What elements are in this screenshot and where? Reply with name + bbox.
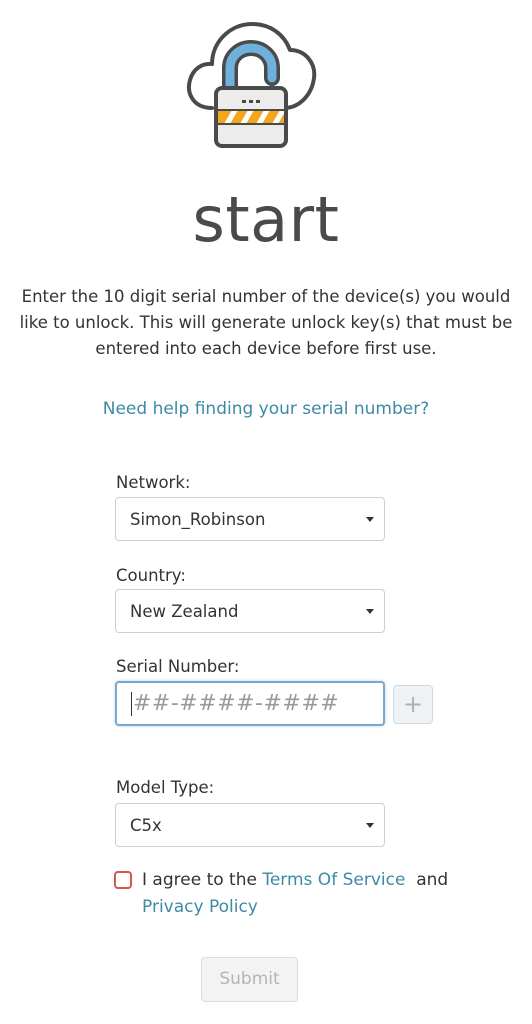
intro-text: Enter the 10 digit serial number of the … [19,287,513,358]
network-select[interactable]: Simon_Robinson [115,497,385,541]
cloud-unlock-icon [187,22,317,148]
serial-help-link[interactable]: Need help finding your serial number? [0,397,532,421]
chevron-down-icon [366,609,374,614]
submit-button[interactable]: Submit [201,957,298,1002]
terms-of-service-link[interactable]: Terms Of Service [262,870,405,890]
chevron-down-icon [366,517,374,522]
country-select[interactable]: New Zealand [115,589,385,633]
model-type-select[interactable]: C5x [115,803,385,847]
agree-and: and [416,870,449,890]
model-type-label: Model Type: [116,778,215,797]
model-type-value: C5x [130,816,162,835]
agree-checkbox[interactable] [114,871,132,889]
serial-number-label: Serial Number: [116,657,240,676]
serial-number-placeholder: ##-####-#### [133,691,340,716]
page-title: start [192,183,340,256]
country-label: Country: [116,566,186,585]
agree-text: I agree to the Terms Of Service and Priv… [142,867,482,921]
country-value: New Zealand [130,602,239,621]
privacy-policy-link[interactable]: Privacy Policy [142,897,258,917]
network-value: Simon_Robinson [130,510,266,529]
network-label: Network: [116,473,191,492]
unlock-start-page: start Enter the 10 digit serial number o… [0,0,532,1024]
agree-prefix: I agree to the [142,870,257,890]
add-serial-button[interactable]: + [393,685,433,724]
serial-number-input[interactable]: ##-####-#### [115,681,385,726]
chevron-down-icon [366,823,374,828]
text-cursor [131,692,132,716]
